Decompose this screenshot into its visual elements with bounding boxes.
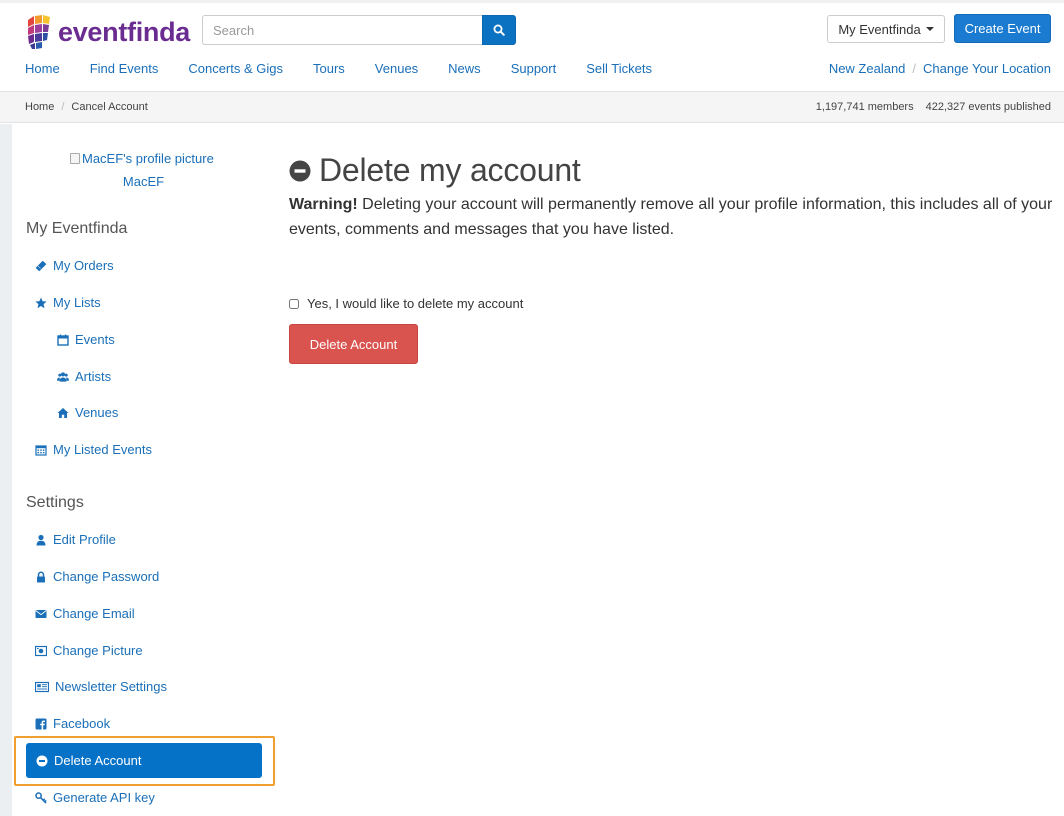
sidebar-item-label: Artists bbox=[75, 369, 112, 384]
nav-news[interactable]: News bbox=[448, 61, 481, 76]
search-input[interactable] bbox=[202, 15, 482, 45]
breadcrumb-home[interactable]: Home bbox=[25, 101, 54, 113]
sidebar-item-label: Change Picture bbox=[53, 643, 143, 658]
location-nav: New Zealand / Change Your Location bbox=[829, 61, 1051, 76]
sidebar-item-newsletter-settings[interactable]: Newsletter Settings bbox=[35, 679, 167, 694]
search-bar bbox=[202, 15, 516, 45]
confirm-delete-checkbox-row[interactable]: Yes, I would like to delete my account bbox=[289, 296, 523, 311]
sidebar-item-label: Events bbox=[75, 332, 115, 347]
sidebar-item-label: Generate API key bbox=[53, 790, 155, 805]
sidebar-item-events[interactable]: Events bbox=[57, 332, 115, 347]
profile-username[interactable]: MacEF bbox=[0, 174, 287, 189]
separator: / bbox=[61, 101, 65, 113]
sidebar-item-edit-profile[interactable]: Edit Profile bbox=[35, 532, 116, 547]
main-nav: Home Find Events Concerts & Gigs Tours V… bbox=[25, 61, 682, 76]
search-button[interactable] bbox=[482, 15, 516, 45]
create-event-button[interactable]: Create Event bbox=[954, 14, 1051, 43]
home-icon bbox=[57, 407, 69, 419]
nav-support[interactable]: Support bbox=[511, 61, 557, 76]
my-eventfinda-dropdown[interactable]: My Eventfinda bbox=[827, 15, 945, 43]
minus-circle-icon bbox=[36, 755, 48, 767]
calendar-grid-icon bbox=[35, 444, 47, 456]
my-eventfinda-label: My Eventfinda bbox=[838, 21, 921, 37]
newspaper-icon bbox=[35, 681, 49, 693]
nav-concerts-gigs[interactable]: Concerts & Gigs bbox=[188, 61, 283, 76]
broken-image-icon bbox=[70, 153, 80, 164]
calendar-icon bbox=[57, 334, 69, 346]
sidebar-item-label: My Listed Events bbox=[53, 442, 152, 457]
sidebar-item-generate-api-key[interactable]: Generate API key bbox=[35, 790, 155, 805]
key-icon bbox=[35, 791, 47, 804]
separator: / bbox=[912, 61, 917, 76]
caret-down-icon bbox=[925, 27, 934, 31]
change-location-link[interactable]: Change Your Location bbox=[923, 61, 1051, 76]
breadcrumb-bar: Home / Cancel Account 1,197,741 members … bbox=[0, 91, 1064, 123]
top-border bbox=[0, 0, 1064, 3]
facebook-icon bbox=[35, 718, 47, 730]
site-stats: 1,197,741 members 422,327 events publish… bbox=[816, 101, 1051, 113]
picture-icon bbox=[35, 645, 47, 657]
nav-find-events[interactable]: Find Events bbox=[90, 61, 159, 76]
sidebar-item-my-listed-events[interactable]: My Listed Events bbox=[35, 442, 152, 457]
logo-text: eventfinda bbox=[58, 16, 191, 47]
warning-message: Warning! Deleting your account will perm… bbox=[289, 192, 1054, 242]
sidebar-item-delete-account[interactable]: Delete Account bbox=[26, 743, 262, 778]
settings-heading: Settings bbox=[26, 494, 84, 511]
envelope-icon bbox=[35, 608, 47, 620]
users-icon bbox=[57, 371, 69, 383]
confirm-delete-label: Yes, I would like to delete my account bbox=[307, 296, 524, 311]
sidebar-item-label: My Orders bbox=[53, 258, 114, 273]
ticket-icon bbox=[35, 260, 47, 272]
sidebar-item-change-email[interactable]: Change Email bbox=[35, 606, 135, 621]
breadcrumb: Home / Cancel Account bbox=[25, 101, 148, 113]
confirm-delete-checkbox[interactable] bbox=[289, 298, 299, 309]
minus-circle-icon bbox=[289, 160, 311, 181]
breadcrumb-current: Cancel Account bbox=[71, 101, 148, 113]
nav-sell-tickets[interactable]: Sell Tickets bbox=[586, 61, 652, 76]
profile-picture[interactable]: MacEF's profile picture bbox=[70, 151, 214, 166]
nav-tours[interactable]: Tours bbox=[313, 61, 345, 76]
sidebar-item-my-lists[interactable]: My Lists bbox=[35, 295, 101, 310]
sidebar-item-label: Change Password bbox=[53, 569, 160, 584]
sidebar-item-label: My Lists bbox=[53, 295, 101, 310]
events-published-count: 422,327 events published bbox=[925, 101, 1051, 113]
members-count: 1,197,741 members bbox=[815, 101, 914, 113]
lock-icon bbox=[35, 571, 47, 583]
sidebar-item-facebook[interactable]: Facebook bbox=[35, 716, 110, 731]
site-header: eventfinda My Eventfinda Create Event Ho… bbox=[0, 0, 1064, 92]
delete-account-button[interactable]: Delete Account bbox=[289, 324, 418, 364]
warning-text: Deleting your account will permanently r… bbox=[289, 196, 1053, 238]
user-icon bbox=[35, 534, 47, 546]
page-title: Delete my account bbox=[319, 152, 581, 188]
sidebar-item-label: Facebook bbox=[53, 716, 111, 731]
my-eventfinda-heading: My Eventfinda bbox=[26, 220, 128, 237]
eventfinda-logo-mark-icon bbox=[28, 15, 50, 49]
sidebar-item-change-password[interactable]: Change Password bbox=[35, 569, 159, 584]
profile-picture-alt: MacEF's profile picture bbox=[82, 151, 214, 166]
sidebar-item-my-orders[interactable]: My Orders bbox=[35, 258, 114, 273]
nav-home[interactable]: Home bbox=[25, 61, 60, 76]
sidebar-item-label: Change Email bbox=[53, 606, 135, 621]
sidebar-item-label: Newsletter Settings bbox=[55, 679, 167, 694]
sidebar-item-change-picture[interactable]: Change Picture bbox=[35, 643, 143, 658]
location-link[interactable]: New Zealand bbox=[829, 61, 906, 76]
sidebar-item-label: Edit Profile bbox=[53, 532, 116, 547]
sidebar-item-label: Venues bbox=[75, 405, 119, 420]
search-icon bbox=[493, 24, 505, 36]
nav-venues[interactable]: Venues bbox=[375, 61, 418, 76]
page-title-row: Delete my account bbox=[289, 152, 581, 189]
eventfinda-logo[interactable]: eventfinda bbox=[26, 14, 190, 50]
sidebar-item-label: Delete Account bbox=[54, 753, 142, 768]
warning-label: Warning! bbox=[289, 196, 358, 213]
sidebar-item-artists[interactable]: Artists bbox=[57, 369, 111, 384]
star-icon bbox=[35, 297, 47, 309]
left-edge bbox=[0, 124, 12, 816]
sidebar-item-venues[interactable]: Venues bbox=[57, 405, 118, 420]
